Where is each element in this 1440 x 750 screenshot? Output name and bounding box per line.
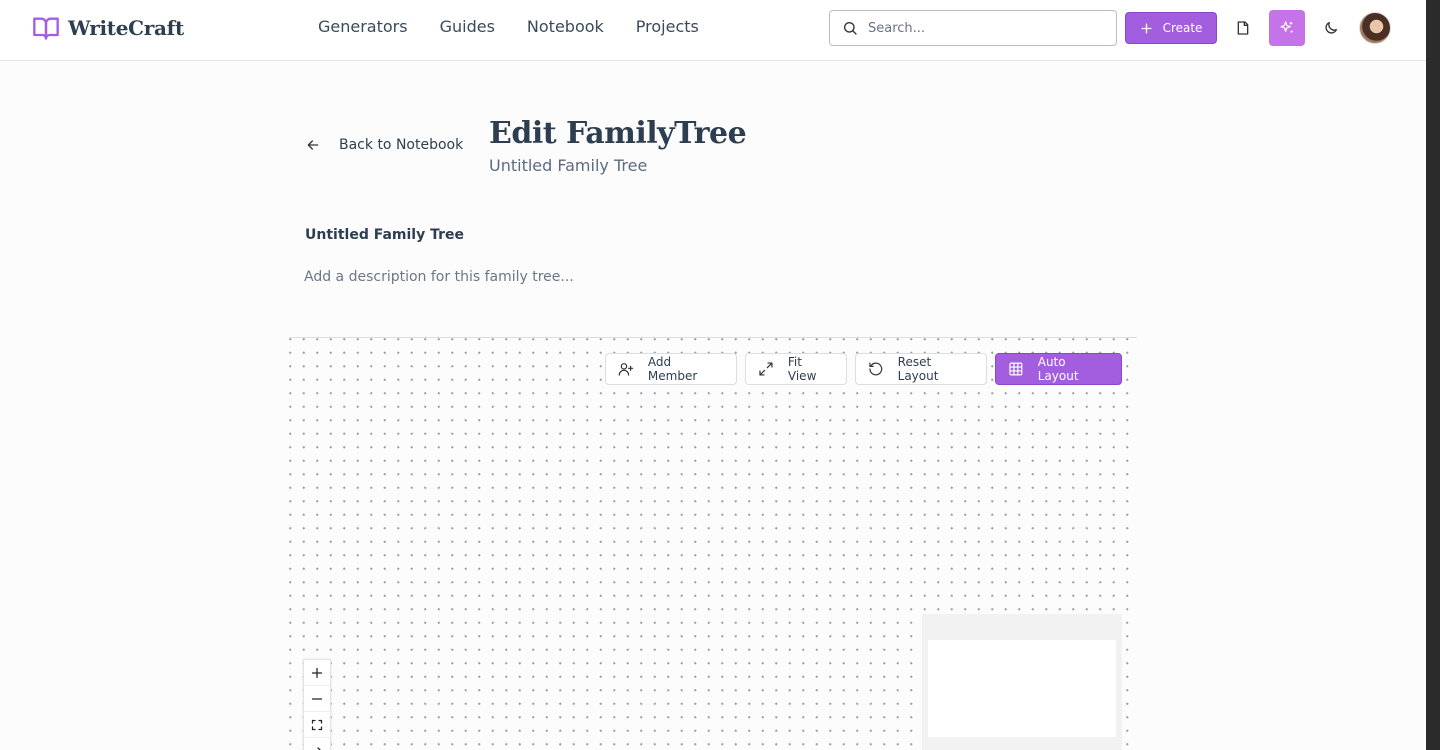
main-nav: Generators Guides Notebook Projects bbox=[318, 17, 699, 36]
top-header: WriteCraft Generators Guides Notebook Pr… bbox=[0, 0, 1426, 61]
lock-view-button[interactable] bbox=[304, 738, 330, 750]
minimap-viewport bbox=[928, 640, 1116, 737]
nav-item-projects[interactable]: Projects bbox=[636, 17, 699, 36]
theme-toggle-button[interactable] bbox=[1313, 10, 1349, 46]
app-logo[interactable]: WriteCraft bbox=[32, 14, 184, 42]
rotate-ccw-icon bbox=[869, 362, 883, 376]
fit-view-label: Fit View bbox=[787, 355, 817, 383]
auto-layout-button[interactable]: Auto Layout bbox=[995, 353, 1122, 385]
nav-item-notebook[interactable]: Notebook bbox=[527, 17, 604, 36]
plus-icon bbox=[1141, 22, 1152, 34]
search-box bbox=[829, 10, 1117, 46]
nav-item-guides[interactable]: Guides bbox=[440, 17, 495, 36]
tree-description-field[interactable]: Add a description for this family tree..… bbox=[304, 269, 574, 285]
tree-name-field[interactable]: Untitled Family Tree bbox=[305, 227, 464, 243]
zoom-controls bbox=[303, 659, 331, 750]
reset-layout-label: Reset Layout bbox=[897, 355, 939, 383]
auto-layout-label: Auto Layout bbox=[1037, 355, 1079, 383]
expand-icon bbox=[759, 362, 773, 376]
zoom-in-button[interactable] bbox=[304, 660, 330, 686]
arrow-left-icon bbox=[307, 140, 319, 150]
user-avatar[interactable] bbox=[1359, 12, 1391, 44]
minimap[interactable] bbox=[922, 614, 1122, 750]
window-scrollbar[interactable] bbox=[1426, 0, 1440, 750]
app-name: WriteCraft bbox=[68, 16, 184, 40]
book-open-icon bbox=[33, 17, 59, 40]
arrow-right-icon bbox=[312, 746, 322, 750]
search-icon bbox=[844, 22, 857, 35]
back-to-notebook-link[interactable]: Back to Notebook bbox=[305, 137, 463, 153]
fullscreen-icon bbox=[311, 719, 323, 730]
fit-screen-button[interactable] bbox=[304, 712, 330, 738]
search-input[interactable] bbox=[868, 20, 1088, 36]
back-label: Back to Notebook bbox=[339, 137, 464, 153]
document-button[interactable] bbox=[1225, 10, 1261, 46]
plus-icon bbox=[311, 667, 323, 678]
minus-icon bbox=[311, 697, 323, 700]
page-title: Edit FamilyTree bbox=[489, 116, 747, 151]
create-label: Create bbox=[1162, 21, 1203, 35]
grid-icon bbox=[1009, 362, 1023, 376]
moon-icon bbox=[1325, 22, 1337, 34]
file-icon bbox=[1237, 21, 1249, 35]
zoom-out-button[interactable] bbox=[304, 686, 330, 712]
fit-view-button[interactable]: Fit View bbox=[745, 353, 847, 385]
add-member-button[interactable]: Add Member bbox=[605, 353, 737, 385]
page-subtitle: Untitled Family Tree bbox=[489, 156, 648, 175]
add-member-label: Add Member bbox=[647, 355, 698, 383]
nav-item-generators[interactable]: Generators bbox=[318, 17, 408, 36]
user-plus-icon bbox=[618, 363, 634, 376]
sparkles-icon bbox=[1280, 21, 1293, 33]
create-button[interactable]: Create bbox=[1125, 12, 1217, 44]
ai-sparkle-button[interactable] bbox=[1269, 10, 1305, 46]
reset-layout-button[interactable]: Reset Layout bbox=[855, 353, 987, 385]
